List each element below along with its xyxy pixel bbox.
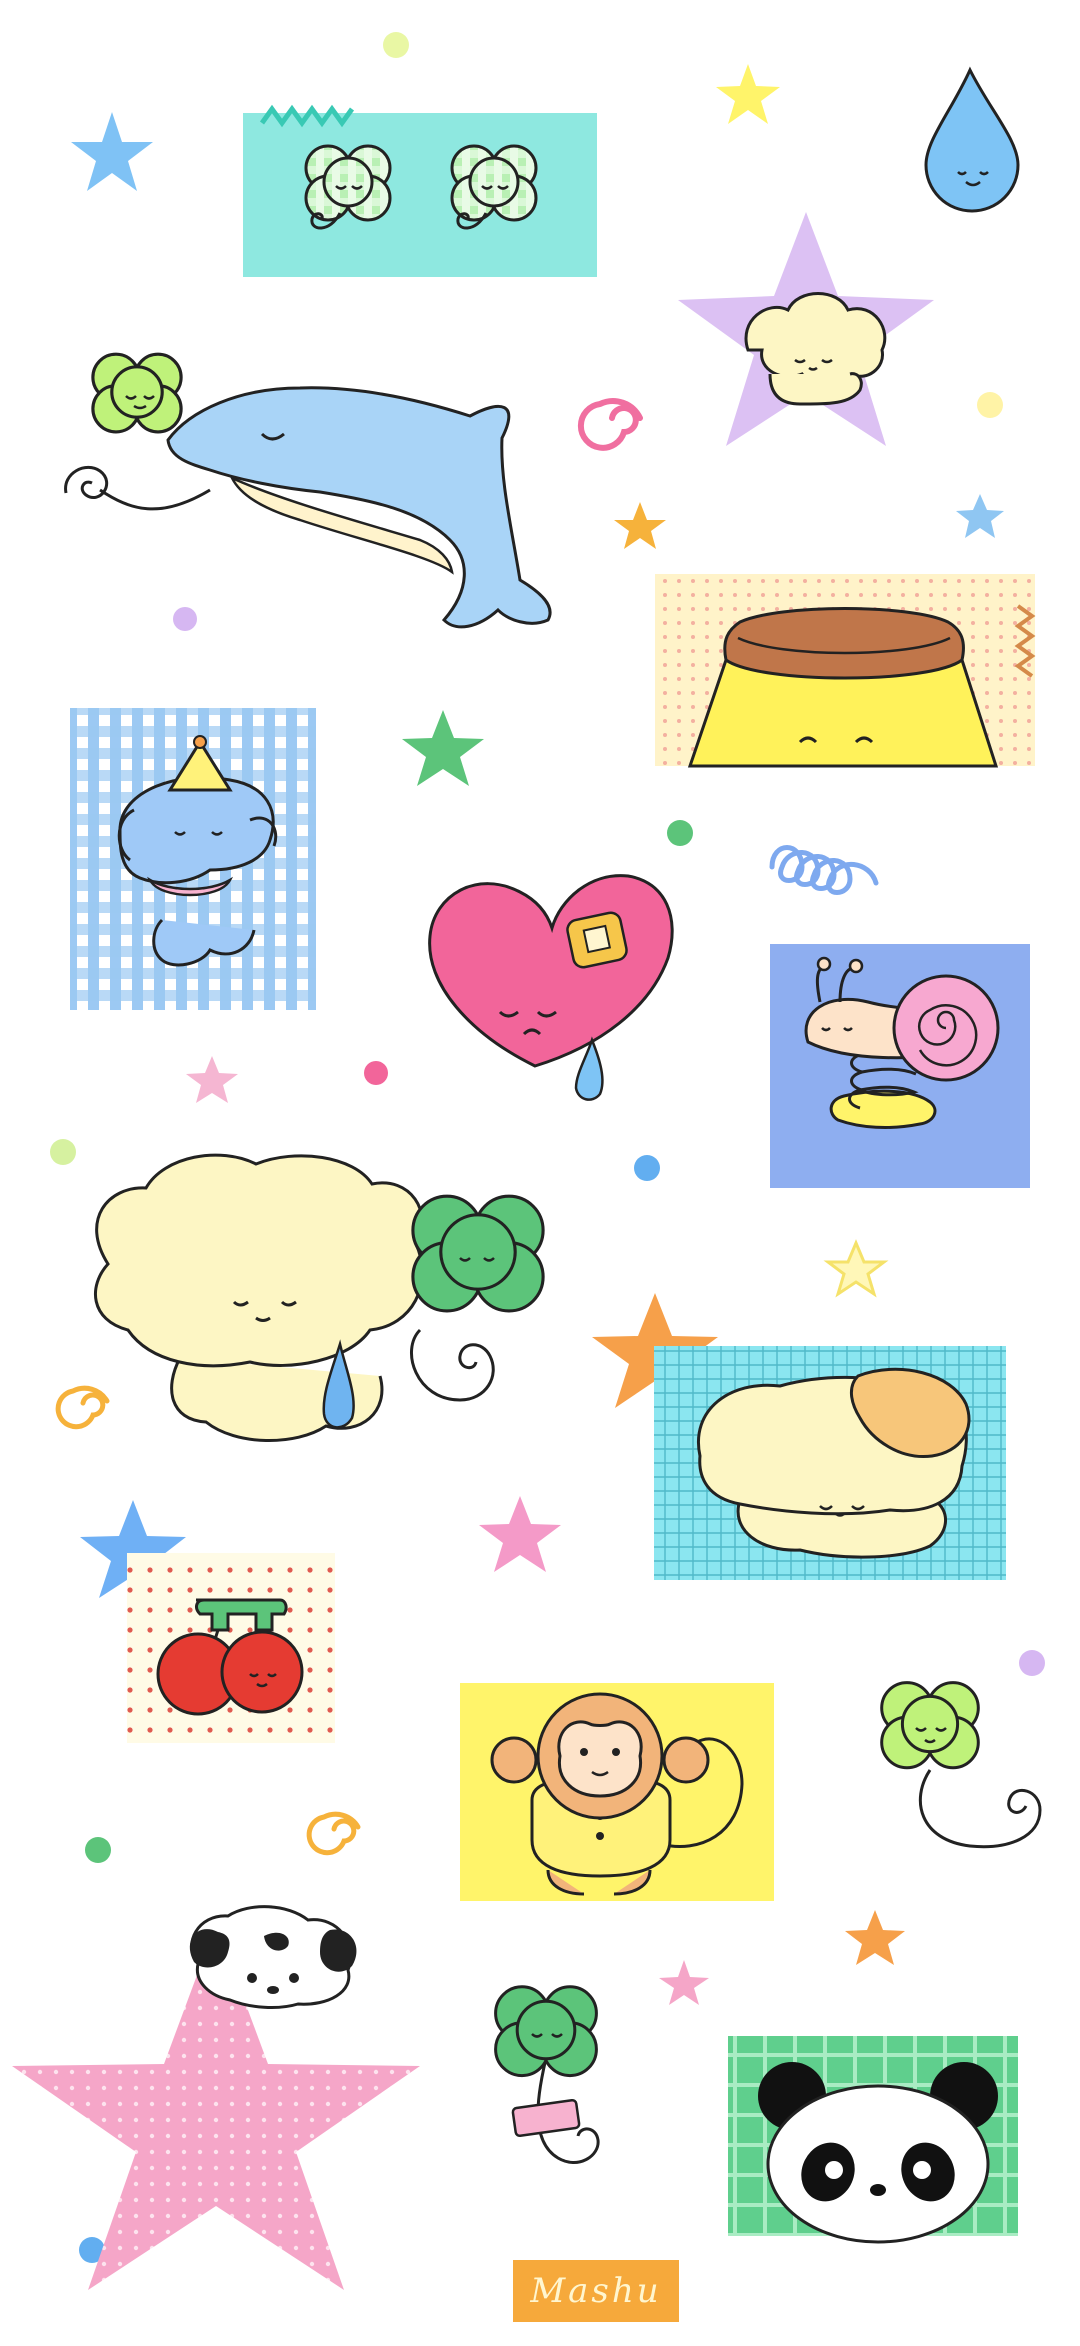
swirl-pink (577, 398, 643, 451)
clover-pair-card (243, 104, 597, 277)
clover-bandage (494, 1985, 600, 2164)
clover-balloon (880, 1681, 1042, 1849)
sticker-illustration (12, 32, 1045, 2290)
star-pink-small (186, 1056, 238, 1103)
dolphin-with-clover (64, 352, 552, 629)
cow-pup-pink-star (12, 1905, 420, 2290)
star-orange-small (614, 502, 666, 549)
swirl-orange-left (55, 1385, 110, 1430)
star-orange-small-2 (845, 1910, 905, 1965)
crying-heart (428, 874, 674, 1101)
star-blue (71, 112, 153, 191)
star-green (402, 710, 484, 786)
star-pink-mid (479, 1496, 561, 1572)
snail-spring-card (770, 944, 1030, 1188)
signature-text: Mashu (530, 2271, 662, 2311)
loop-blue (769, 845, 879, 895)
panda-card (728, 2036, 1018, 2244)
signature-tag: Mashu (513, 2260, 679, 2322)
cherries-card (127, 1553, 335, 1743)
party-elephant-card (70, 708, 316, 1010)
pudding-card (655, 574, 1036, 768)
water-drop (924, 66, 1020, 213)
star-mushroom (678, 212, 934, 446)
star-outline-yellow (823, 1239, 889, 1298)
fluffy-pup-with-clover (94, 1153, 545, 1442)
star-pink-small-2 (659, 1960, 709, 2005)
star-blue-small (956, 494, 1004, 538)
monkey-card (460, 1683, 774, 1901)
wallpaper-canvas: Mashu (0, 0, 1080, 2346)
swirl-orange-mid (306, 1811, 361, 1856)
star-yellow (716, 64, 780, 124)
sleeping-pup-plaid-card (654, 1346, 1006, 1580)
